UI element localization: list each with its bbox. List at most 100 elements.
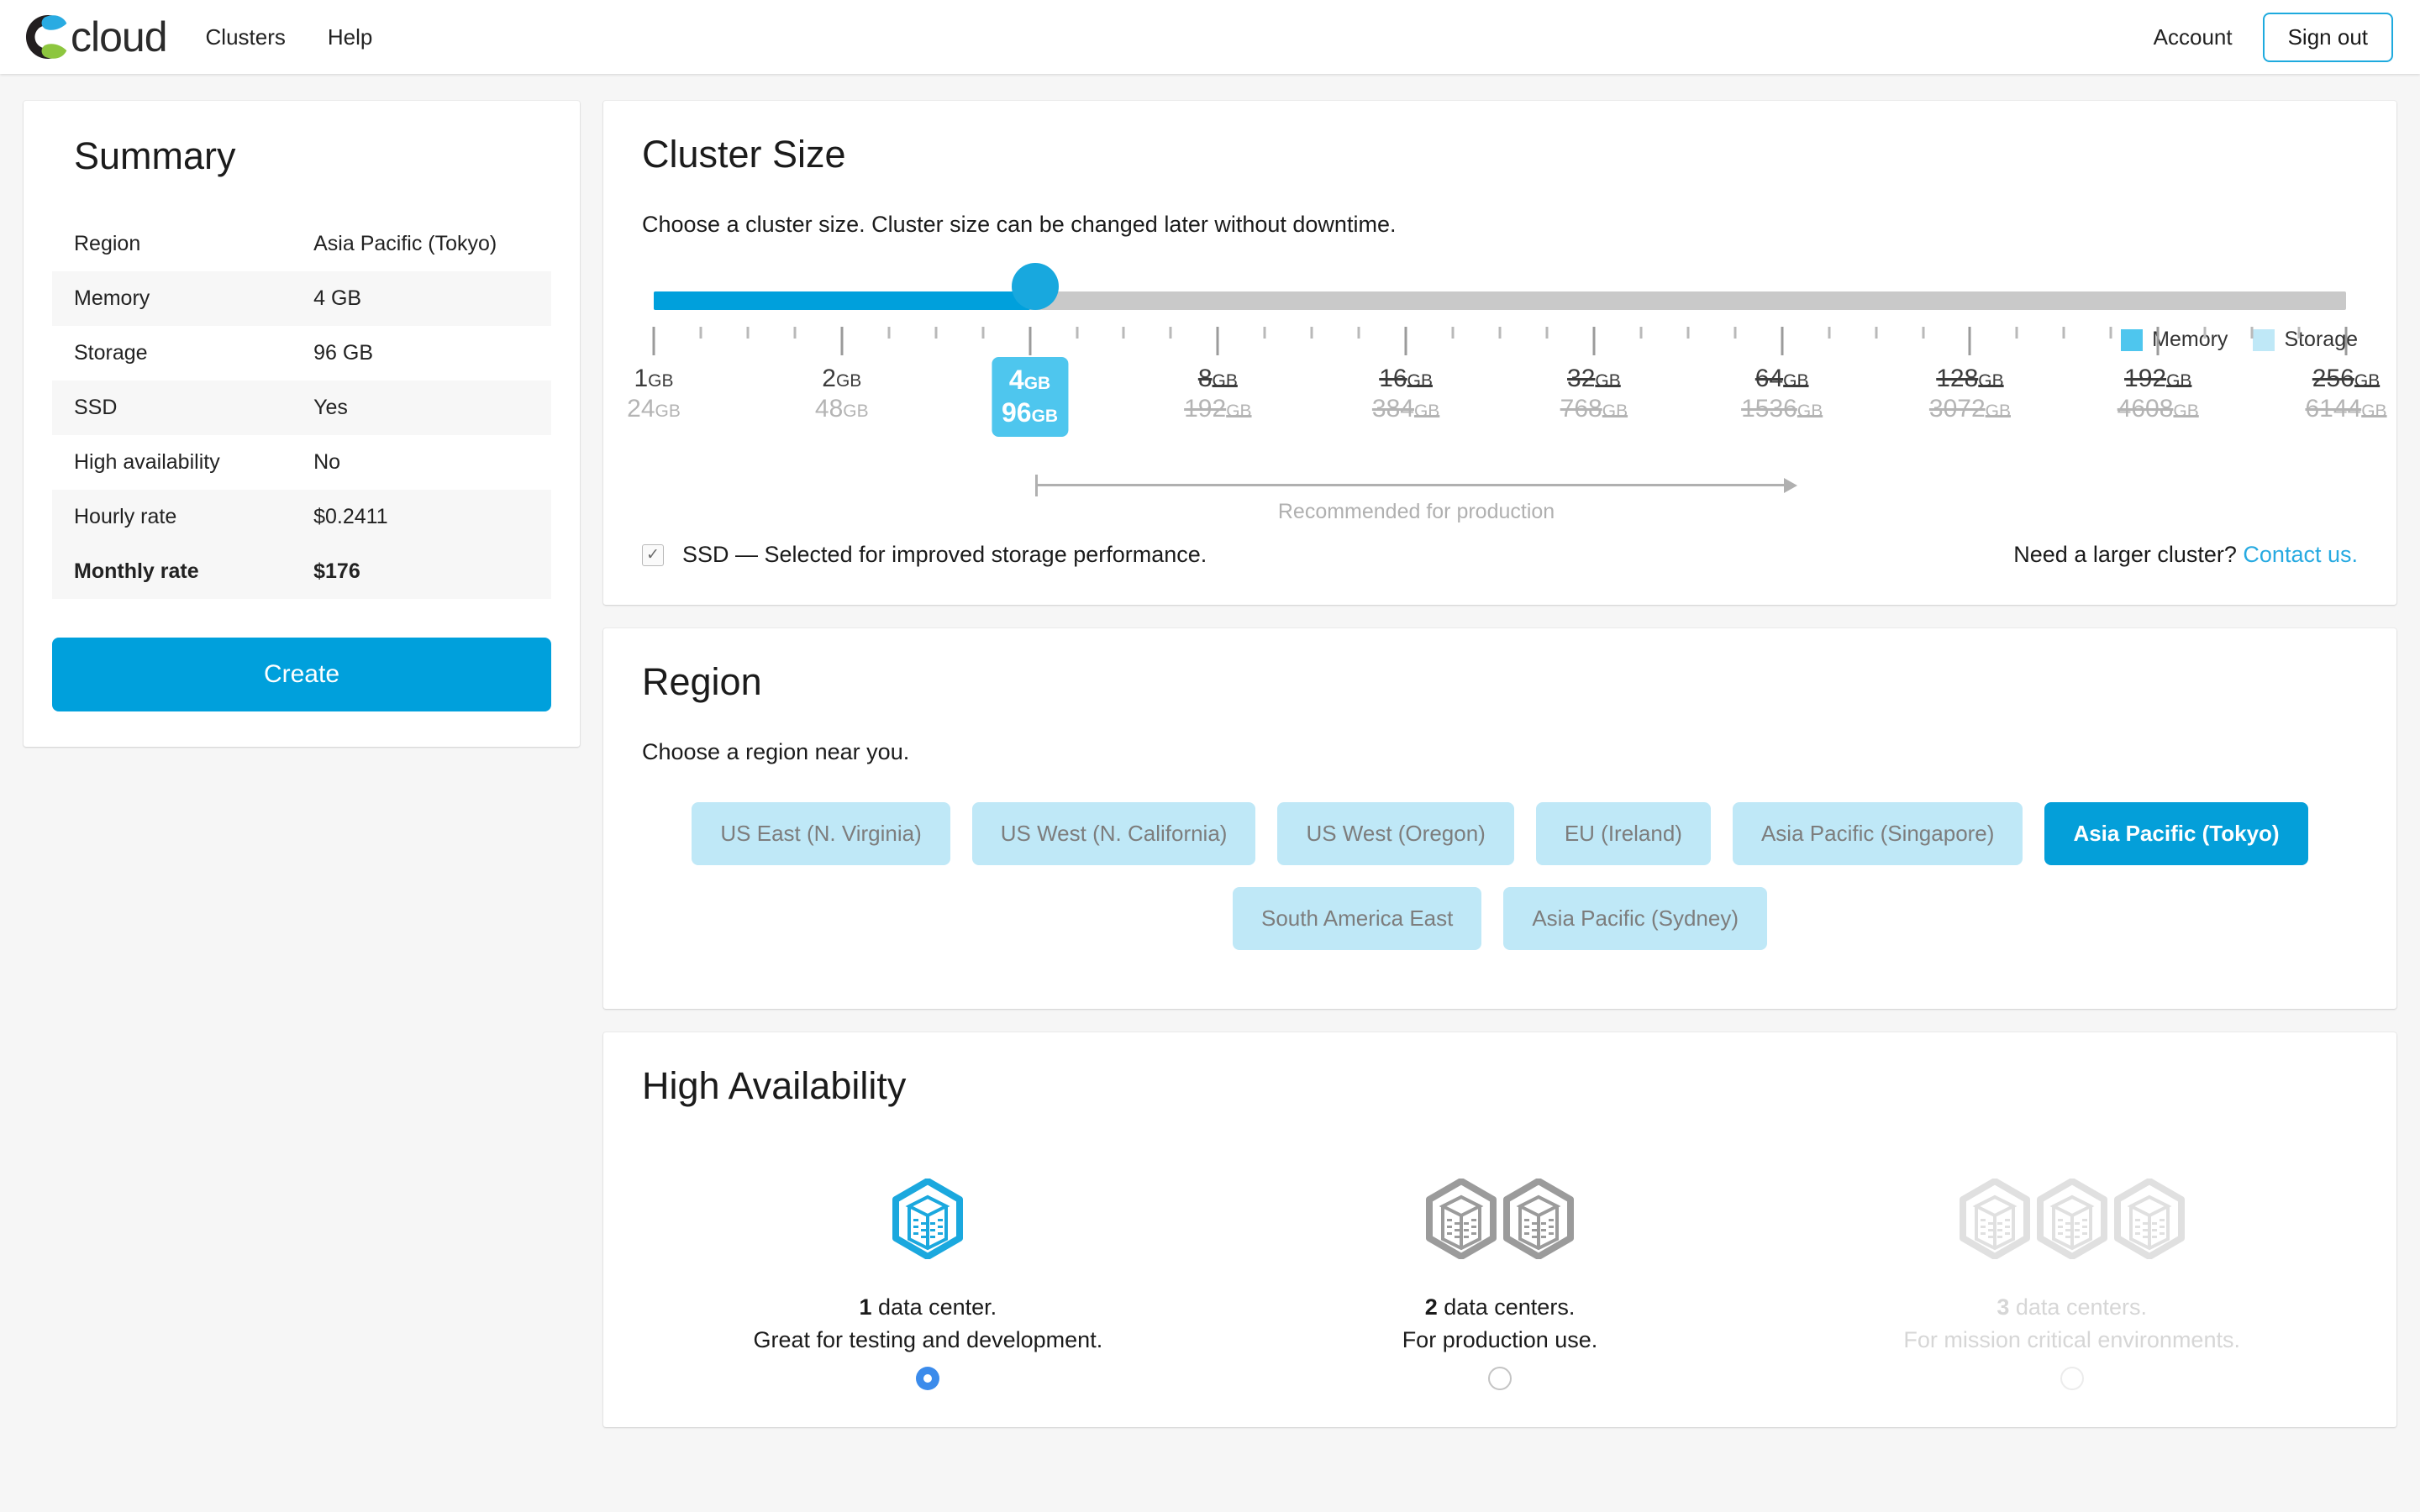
data-center-cube-icon [892,1179,964,1259]
region-button[interactable]: South America East [1233,887,1482,950]
high-availability-option[interactable]: 2 data centers. For production use. [1214,1158,1786,1390]
region-button[interactable]: Asia Pacific (Sydney) [1503,887,1767,950]
high-availability-radio[interactable] [1488,1367,1512,1390]
ruler-tick-minor [1922,327,1924,339]
nav-link-clusters[interactable]: Clusters [206,24,286,50]
account-link[interactable]: Account [2154,24,2233,50]
brand[interactable]: cloud [22,11,168,63]
high-availability-card: High Availability 1 data center. Great fo… [603,1032,2396,1427]
region-button[interactable]: US East (N. Virginia) [692,802,950,865]
ssd-checkbox[interactable]: ✓ [642,543,664,566]
slider-stop-label[interactable]: 1GB 24GB [627,365,681,423]
ruler-tick-minor [793,327,797,339]
slider-stop-storage: 96GB [1002,396,1059,428]
larger-cluster-text: Need a larger cluster? [2013,542,2244,567]
recommended-arrow-icon [1784,478,1798,493]
slider-stop-label[interactable]: 4GB 96GB [992,357,1069,438]
summary-row-value: $0.2411 [292,490,551,544]
region-button[interactable]: EU (Ireland) [1535,802,1711,865]
summary-title: Summary [74,134,236,177]
data-center-description: For production use. [1402,1327,1598,1352]
slider-stop-memory: 64GB [1754,365,1809,392]
ruler-tick-minor [1875,327,1878,339]
nav-link-help[interactable]: Help [328,24,372,50]
region-button[interactable]: Asia Pacific (Singapore) [1732,802,2023,865]
page-body: Summary Region Asia Pacific (Tokyo) Memory… [0,74,2420,1427]
region-button[interactable]: US West (N. California) [971,802,1256,865]
slider-stop-label[interactable]: 192GB 4608GB [2118,365,2199,423]
summary-row: Region Asia Pacific (Tokyo) [52,217,551,271]
slider-stop-memory: 32GB [1567,365,1621,392]
slider-knob[interactable] [1011,263,1059,310]
data-center-cube-icon [2036,1179,2107,1259]
ruler-tick-minor [2062,327,2065,339]
summary-row: Memory 4 GB [52,271,551,326]
slider-stop-memory: 128GB [1936,365,2004,392]
cluster-size-slider[interactable]: 1GB 24GB 2GB 48GB 4GB 96GB 8GB 192GB 16GB 384GB 32… [627,263,2387,527]
region-button[interactable]: Asia Pacific (Tokyo) [2044,802,2308,865]
slider-stop-label[interactable]: 8GB 192GB [1184,365,1251,423]
summary-row-value: 4 GB [292,271,551,326]
summary-row-value: $176 [292,544,551,599]
slider-stop-label[interactable]: 128GB 3072GB [1929,365,2011,423]
ruler-tick-minor [934,327,938,339]
left-column: Summary Region Asia Pacific (Tokyo) Memory… [24,101,580,747]
ruler-tick-major [2344,327,2348,355]
ruler-tick-minor [1076,327,1078,339]
create-button[interactable]: Create [52,638,551,711]
summary-row-label: Monthly rate [52,544,292,599]
high-availability-option[interactable]: 1 data center. Great for testing and deve… [642,1158,1214,1390]
slider-track-fill [654,291,1030,310]
region-button[interactable]: US West (Oregon) [1277,802,1514,865]
sign-out-button[interactable]: Sign out [2262,12,2393,62]
region-description: Choose a region near you. [642,739,910,764]
slider-track[interactable] [654,291,2346,310]
slider-stop-storage: 384GB [1371,395,1440,423]
summary-row: High availability No [52,435,551,490]
contact-us-link[interactable]: Contact us. [2243,542,2358,567]
ruler-tick-minor [1451,327,1455,339]
ruler-tick-minor [1686,327,1690,339]
summary-row-value: Asia Pacific (Tokyo) [313,232,497,255]
ruler-tick-major [1028,327,1032,355]
summary-row-label: SSD [52,381,292,435]
high-availability-option[interactable]: 3 data centers. For mission critical envi… [1786,1158,2358,1390]
top-navigation-bar: cloud Clusters Help Account Sign out [0,0,2420,74]
slider-stop-label[interactable]: 16GB 384GB [1372,365,1439,423]
region-card: Region Choose a region near you. US East… [603,628,2396,1009]
data-center-description: Great for testing and development. [753,1327,1103,1352]
ssd-label: SSD — Selected for improved storage perf… [682,542,1207,567]
data-center-cube-icon [1959,1179,2030,1259]
slider-stop-storage: 192GB [1184,395,1252,423]
ruler-tick-minor [699,327,702,339]
slider-stop-label[interactable]: 256GB 6144GB [2305,365,2386,423]
summary-row-label: Memory [52,271,292,326]
cluster-size-title: Cluster Size [642,133,846,176]
brand-name: cloud [71,13,168,60]
slider-stop-label[interactable]: 64GB 1536GB [1741,365,1823,423]
high-availability-radio[interactable] [2060,1367,2084,1390]
ruler-tick-minor [887,327,891,339]
ruler-tick-minor [746,327,750,339]
summary-row: Monthly rate $176 [52,544,551,599]
data-center-icons [642,1158,1214,1259]
summary-row-value: No [313,450,341,474]
summary-row-label: High availability [74,450,220,474]
slider-stop-label[interactable]: 32GB 768GB [1560,365,1628,423]
ruler-tick-minor [2015,327,2018,339]
summary-row: Storage 96 GB [52,326,551,381]
cluster-size-card: Cluster Size Choose a cluster size. Clus… [603,101,2396,605]
region-row-2: South America East Asia Pacific (Sydney) [642,887,2358,950]
ruler-tick-minor [1169,327,1172,339]
slider-stop-label[interactable]: 2GB 48GB [815,365,869,423]
ruler-tick-major [2156,327,2160,355]
data-center-cube-icon [1503,1179,1574,1259]
slider-stop-storage: 4608GB [2117,395,2199,423]
summary-row: SSD Yes [52,381,551,435]
high-availability-radio[interactable] [916,1367,940,1390]
region-title: Region [642,660,762,703]
ruler-tick-major [1216,327,1219,355]
summary-card: Summary Region Asia Pacific (Tokyo) Memory… [24,101,580,747]
slider-labels: 1GB 24GB 2GB 48GB 4GB 96GB 8GB 192GB 16GB 384GB 32… [627,357,2387,458]
ruler-tick-minor [2250,327,2254,339]
